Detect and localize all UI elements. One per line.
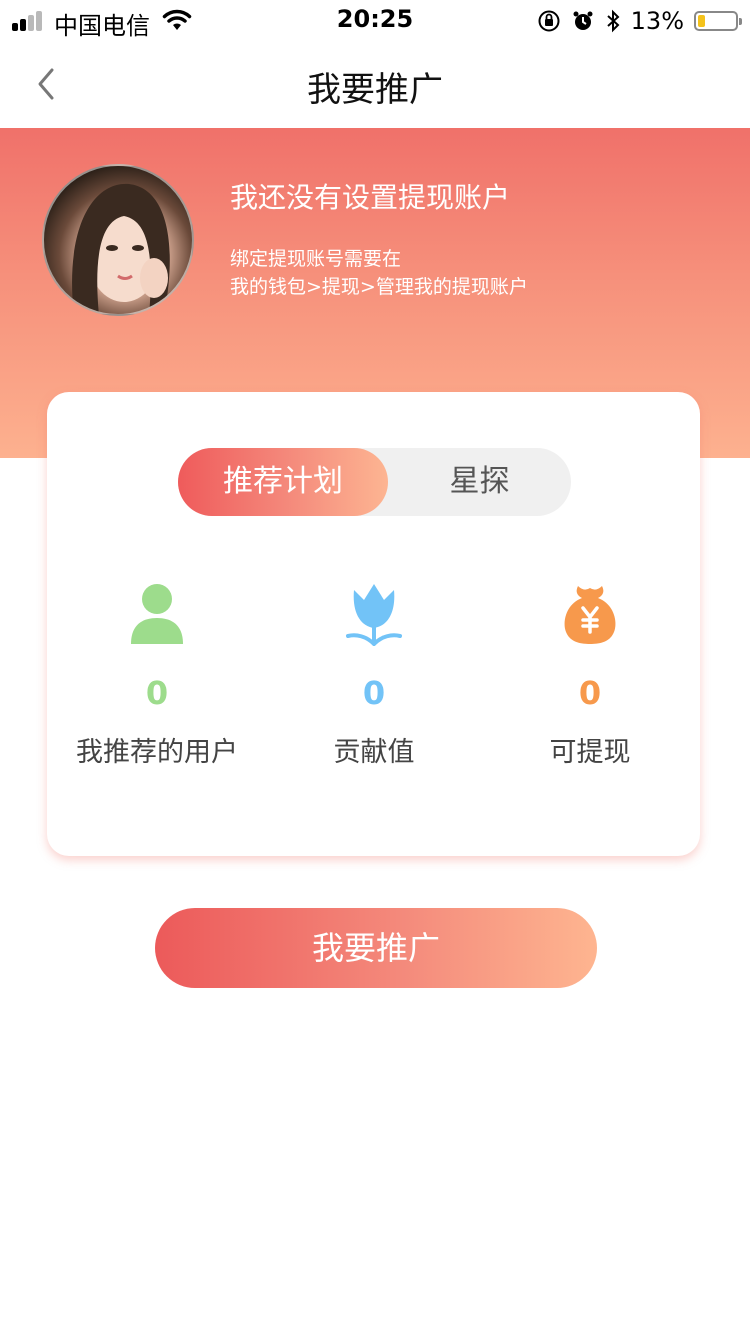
money-bag-icon [564,586,616,644]
tab-referral-plan[interactable]: 推荐计划 [178,448,388,516]
withdrawable-value: 0 [578,674,602,712]
user-icon [131,584,183,644]
contribution-value: 0 [362,674,386,712]
tab-talent-scout[interactable]: 星探 [388,448,571,516]
stat-withdrawable[interactable]: 0 可提现 [480,582,700,769]
description-line-2: 我的钱包>提现>管理我的提现账户 [230,276,528,298]
battery-percent: 13% [630,7,684,35]
alarm-icon [573,11,593,30]
bluetooth-icon [606,9,620,33]
battery-icon [694,11,742,31]
page-title: 我要推广 [307,70,443,110]
referred-users-value: 0 [145,674,169,712]
stats-card: 推荐计划 星探 0 我推荐的用户 0 贡献值 0 可提现 [47,392,700,856]
promote-button[interactable]: 我要推广 [155,908,597,988]
description-line-1: 绑定提现账号需要在 [230,248,402,270]
contribution-label: 贡献值 [333,737,415,768]
stat-contribution[interactable]: 0 贡献值 [264,582,484,769]
account-status-description: 绑定提现账号需要在 我的钱包>提现>管理我的提现账户 [230,245,528,301]
orientation-lock-icon [538,10,560,32]
withdrawable-label: 可提现 [549,737,631,768]
promote-page: 中国电信 20:25 13% 我要推广 我还没有设置提现账户 绑定提现账号需要在… [0,0,750,1334]
account-status-title: 我还没有设置提现账户 [230,181,511,214]
status-right-group: 13% [537,6,742,36]
program-tabs: 推荐计划 星探 [178,448,571,516]
tulip-icon [346,584,402,646]
avatar[interactable] [42,164,194,316]
stat-referred-users[interactable]: 0 我推荐的用户 [47,582,267,769]
referred-users-label: 我推荐的用户 [76,737,238,768]
navigation-bar: 我要推广 [0,40,750,128]
status-bar: 中国电信 20:25 13% [0,0,750,40]
